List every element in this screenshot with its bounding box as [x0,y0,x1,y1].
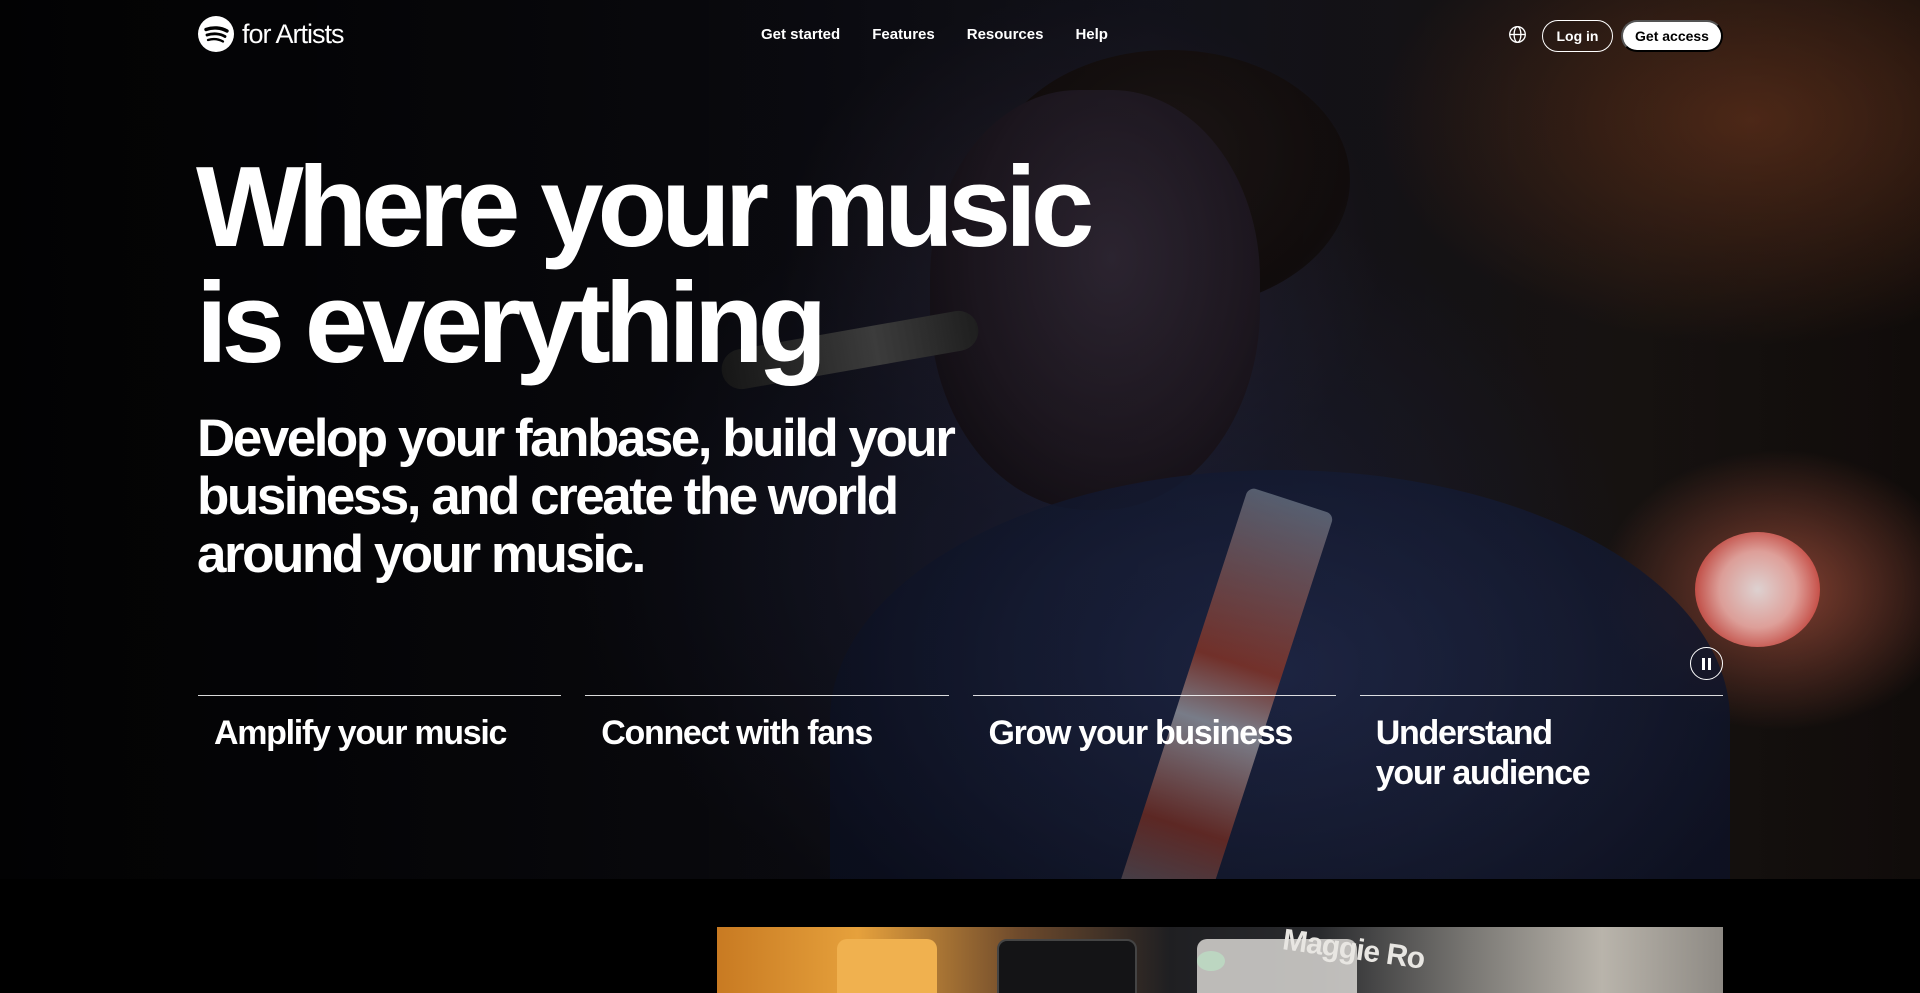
globe-icon[interactable] [1508,25,1527,44]
hero-headline: Where your music is everything [196,144,1094,387]
hero-subheadline: Develop your fanbase, build your busines… [197,409,956,584]
spotify-logo-icon [198,16,234,52]
nav-get-started[interactable]: Get started [761,26,840,43]
feature-tabs: Amplify your music Connect with fans Gro… [198,695,1723,805]
nav-features[interactable]: Features [872,26,935,43]
get-access-button[interactable]: Get access [1621,20,1723,52]
main-nav: Get started Features Resources Help [761,26,1108,43]
feature-tab-understand[interactable]: Understand your audience [1359,695,1723,805]
spotify-for-artists-logo[interactable]: for Artists [198,16,345,52]
feature-tab-connect[interactable]: Connect with fans [585,695,949,805]
pause-video-button[interactable] [1690,647,1723,680]
preview-album-card [837,939,937,993]
preview-phone-card [997,939,1137,993]
feature-tab-amplify[interactable]: Amplify your music [198,695,562,805]
next-section: Maggie Ro [0,879,1920,993]
pause-icon [1702,657,1705,670]
pause-icon-bar [1708,657,1711,670]
nav-resources[interactable]: Resources [967,26,1044,43]
log-in-button[interactable]: Log in [1542,20,1613,52]
nav-help[interactable]: Help [1075,26,1108,43]
logo-text: for Artists [242,18,345,49]
feature-tab-grow[interactable]: Grow your business [972,695,1336,805]
app-preview-image: Maggie Ro [717,927,1723,993]
top-navigation: for Artists Get started Features Resourc… [0,0,1920,72]
